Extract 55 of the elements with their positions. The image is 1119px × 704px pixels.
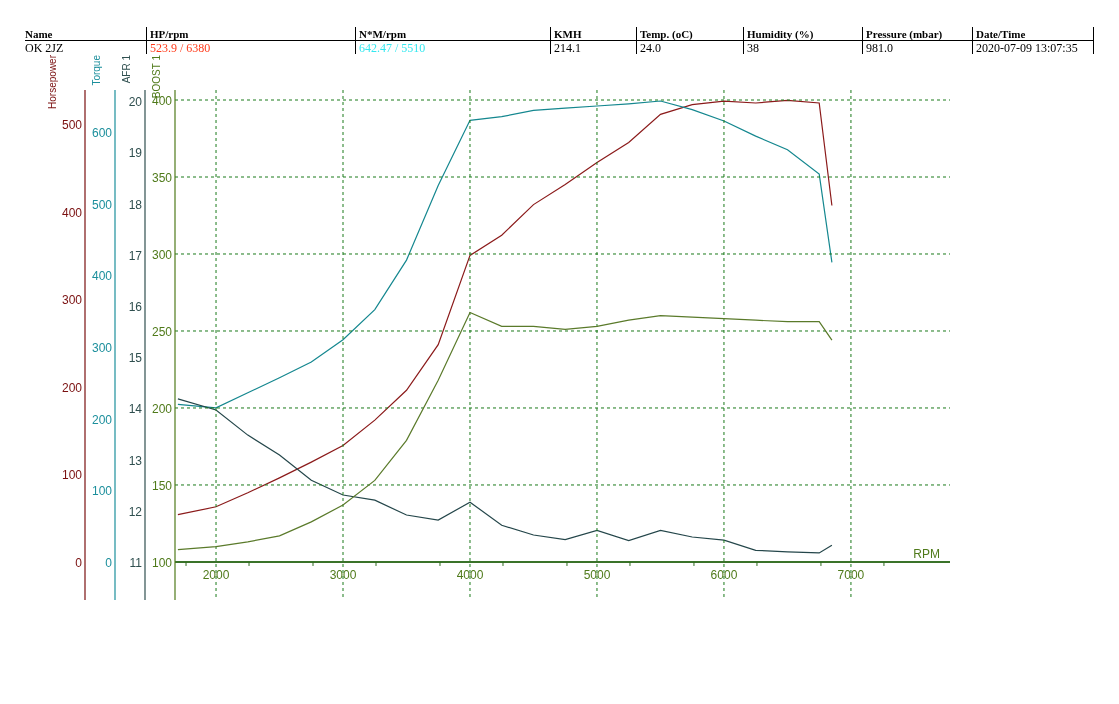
y-tick-label: 16 xyxy=(128,300,142,315)
x-axis-label: RPM xyxy=(913,547,940,561)
y-tick-label: 200 xyxy=(91,412,112,427)
y-tick-label: 15 xyxy=(128,351,142,366)
y-tick-label: 600 xyxy=(91,125,112,140)
y-tick-label: 0 xyxy=(75,556,82,570)
table-cell: 523.9 / 6380 xyxy=(150,41,211,55)
x-tick-label: 4000 xyxy=(456,568,484,582)
column-header: Date/Time xyxy=(972,27,1093,41)
x-tick-label: 7000 xyxy=(837,568,865,582)
y-tick-label: 150 xyxy=(151,478,172,493)
y-axis-title: Torque xyxy=(91,55,102,86)
y-tick-label: 250 xyxy=(151,325,172,339)
y-tick-label: 14 xyxy=(128,402,142,417)
table-cell: 2020-07-09 13:07:35 xyxy=(976,41,1078,55)
y-axis-title: AFR 1 xyxy=(121,55,132,84)
x-tick-label: 2000 xyxy=(202,568,230,582)
table-cell: 38 xyxy=(747,41,759,55)
y-tick-label: 500 xyxy=(61,118,82,132)
y-tick-label: 300 xyxy=(91,340,112,355)
column-header: N*M/rpm xyxy=(355,27,550,41)
y-tick-label: 17 xyxy=(128,248,142,263)
y-tick-label: 350 xyxy=(151,171,172,185)
column-header: Humidity (%) xyxy=(743,27,862,41)
y-tick-label: 100 xyxy=(91,484,112,499)
table-cell: 981.0 xyxy=(866,41,893,55)
y-tick-label: 400 xyxy=(91,269,112,284)
table-cell: 214.1 xyxy=(554,41,581,55)
y-tick-label: 100 xyxy=(61,468,82,483)
column-header: Pressure (mbar) xyxy=(862,27,972,41)
y-tick-label: 20 xyxy=(128,95,142,110)
y-tick-label: 0 xyxy=(105,556,112,570)
y-tick-label: 18 xyxy=(128,197,142,212)
y-tick-label: 12 xyxy=(128,504,142,519)
column-header: Name xyxy=(25,27,146,41)
y-tick-label: 11 xyxy=(129,556,142,571)
y-tick-label: 300 xyxy=(151,248,172,262)
column-header: Temp. (oC) xyxy=(636,27,743,41)
y-tick-label: 100 xyxy=(151,555,172,570)
table-cell: 24.0 xyxy=(640,41,661,55)
x-tick-label: 6000 xyxy=(710,568,738,582)
x-tick-label: 3000 xyxy=(329,568,357,582)
y-tick-label: 200 xyxy=(151,402,172,416)
column-header: HP/rpm xyxy=(146,27,355,41)
table-cell: OK 2JZ xyxy=(25,41,64,55)
y-tick-label: 500 xyxy=(91,197,112,212)
y-tick-label: 13 xyxy=(128,453,142,468)
y-tick-label: 200 xyxy=(61,380,82,395)
x-tick-label: 5000 xyxy=(583,568,611,582)
table-cell: 642.47 / 5510 xyxy=(359,41,426,55)
y-tick-label: 300 xyxy=(61,293,82,308)
y-tick-label: 19 xyxy=(128,146,142,161)
column-header: KMH xyxy=(550,27,636,41)
y-axis-title: Horsepower xyxy=(47,55,58,109)
y-tick-label: 400 xyxy=(61,205,82,220)
